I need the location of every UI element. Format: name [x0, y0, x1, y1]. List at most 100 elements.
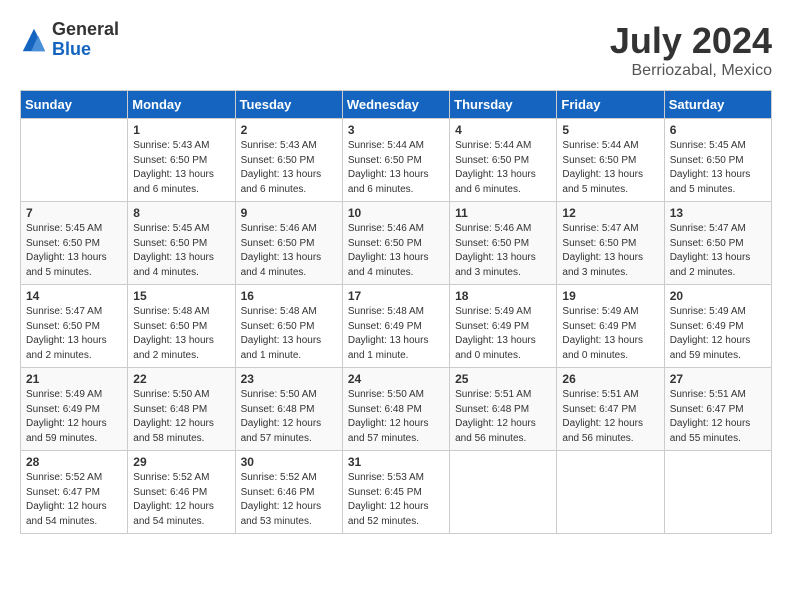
day-number: 14 — [26, 289, 122, 303]
day-header-monday: Monday — [128, 91, 235, 119]
day-info: Sunrise: 5:52 AM Sunset: 6:46 PM Dayligh… — [133, 471, 229, 529]
day-info: Sunrise: 5:45 AM Sunset: 6:50 PM Dayligh… — [26, 222, 122, 280]
calendar-cell — [664, 451, 771, 534]
day-number: 10 — [348, 206, 444, 220]
day-info: Sunrise: 5:49 AM Sunset: 6:49 PM Dayligh… — [455, 305, 551, 363]
day-number: 25 — [455, 372, 551, 386]
day-number: 31 — [348, 455, 444, 469]
day-info: Sunrise: 5:48 AM Sunset: 6:50 PM Dayligh… — [133, 305, 229, 363]
day-header-friday: Friday — [557, 91, 664, 119]
day-info: Sunrise: 5:53 AM Sunset: 6:45 PM Dayligh… — [348, 471, 444, 529]
calendar-cell: 7 Sunrise: 5:45 AM Sunset: 6:50 PM Daylig… — [21, 202, 128, 285]
day-number: 29 — [133, 455, 229, 469]
day-info: Sunrise: 5:43 AM Sunset: 6:50 PM Dayligh… — [133, 139, 229, 197]
day-number: 13 — [670, 206, 766, 220]
calendar-cell: 3Sunrise: 5:44 AM Sunset: 6:50 PM Daylig… — [342, 119, 449, 202]
day-header-tuesday: Tuesday — [235, 91, 342, 119]
day-number: 20 — [670, 289, 766, 303]
day-info: Sunrise: 5:44 AM Sunset: 6:50 PM Dayligh… — [455, 139, 551, 197]
calendar-week-row: 28 Sunrise: 5:52 AM Sunset: 6:47 PM Dayli… — [21, 451, 772, 534]
calendar-cell — [21, 119, 128, 202]
calendar-cell — [557, 451, 664, 534]
calendar-cell: 15 Sunrise: 5:48 AM Sunset: 6:50 PM Dayli… — [128, 285, 235, 368]
calendar-cell: 26 Sunrise: 5:51 AM Sunset: 6:47 PM Dayli… — [557, 368, 664, 451]
calendar-cell: 27Sunrise: 5:51 AM Sunset: 6:47 PM Dayli… — [664, 368, 771, 451]
logo: General Blue — [20, 20, 119, 60]
calendar-week-row: 14 Sunrise: 5:47 AM Sunset: 6:50 PM Dayli… — [21, 285, 772, 368]
day-info: Sunrise: 5:44 AM Sunset: 6:50 PM Dayligh… — [562, 139, 658, 197]
day-info: Sunrise: 5:50 AM Sunset: 6:48 PM Dayligh… — [348, 388, 444, 446]
day-info: Sunrise: 5:45 AM Sunset: 6:50 PM Dayligh… — [670, 139, 766, 197]
calendar-cell: 14 Sunrise: 5:47 AM Sunset: 6:50 PM Dayli… — [21, 285, 128, 368]
day-number: 30 — [241, 455, 337, 469]
day-info: Sunrise: 5:46 AM Sunset: 6:50 PM Dayligh… — [241, 222, 337, 280]
calendar-cell: 21 Sunrise: 5:49 AM Sunset: 6:49 PM Dayli… — [21, 368, 128, 451]
calendar-cell: 17Sunrise: 5:48 AM Sunset: 6:49 PM Dayli… — [342, 285, 449, 368]
day-number: 2 — [241, 123, 337, 137]
day-info: Sunrise: 5:52 AM Sunset: 6:47 PM Dayligh… — [26, 471, 122, 529]
day-header-saturday: Saturday — [664, 91, 771, 119]
calendar-cell: 30Sunrise: 5:52 AM Sunset: 6:46 PM Dayli… — [235, 451, 342, 534]
day-number: 22 — [133, 372, 229, 386]
calendar-cell: 20 Sunrise: 5:49 AM Sunset: 6:49 PM Dayli… — [664, 285, 771, 368]
day-number: 23 — [241, 372, 337, 386]
day-info: Sunrise: 5:47 AM Sunset: 6:50 PM Dayligh… — [26, 305, 122, 363]
day-number: 19 — [562, 289, 658, 303]
calendar-cell: 13 Sunrise: 5:47 AM Sunset: 6:50 PM Dayli… — [664, 202, 771, 285]
calendar-cell: 29 Sunrise: 5:52 AM Sunset: 6:46 PM Dayli… — [128, 451, 235, 534]
day-info: Sunrise: 5:51 AM Sunset: 6:47 PM Dayligh… — [562, 388, 658, 446]
calendar-week-row: 21 Sunrise: 5:49 AM Sunset: 6:49 PM Dayli… — [21, 368, 772, 451]
page-header: General Blue July 2024 Berriozabal, Mexi… — [20, 20, 772, 80]
calendar-week-row: 7 Sunrise: 5:45 AM Sunset: 6:50 PM Daylig… — [21, 202, 772, 285]
calendar-table: SundayMondayTuesdayWednesdayThursdayFrid… — [20, 90, 772, 534]
calendar-cell — [450, 451, 557, 534]
calendar-cell: 10 Sunrise: 5:46 AM Sunset: 6:50 PM Dayli… — [342, 202, 449, 285]
calendar-cell: 18 Sunrise: 5:49 AM Sunset: 6:49 PM Dayli… — [450, 285, 557, 368]
day-info: Sunrise: 5:50 AM Sunset: 6:48 PM Dayligh… — [133, 388, 229, 446]
day-number: 27 — [670, 372, 766, 386]
day-number: 1 — [133, 123, 229, 137]
day-number: 7 — [26, 206, 122, 220]
logo-blue-text: Blue — [52, 40, 119, 60]
calendar-cell: 4Sunrise: 5:44 AM Sunset: 6:50 PM Daylig… — [450, 119, 557, 202]
day-number: 15 — [133, 289, 229, 303]
location-subtitle: Berriozabal, Mexico — [610, 62, 772, 80]
day-number: 26 — [562, 372, 658, 386]
day-number: 28 — [26, 455, 122, 469]
day-info: Sunrise: 5:47 AM Sunset: 6:50 PM Dayligh… — [670, 222, 766, 280]
day-number: 18 — [455, 289, 551, 303]
day-info: Sunrise: 5:49 AM Sunset: 6:49 PM Dayligh… — [562, 305, 658, 363]
day-info: Sunrise: 5:47 AM Sunset: 6:50 PM Dayligh… — [562, 222, 658, 280]
day-number: 12 — [562, 206, 658, 220]
day-number: 24 — [348, 372, 444, 386]
day-number: 16 — [241, 289, 337, 303]
calendar-cell: 16 Sunrise: 5:48 AM Sunset: 6:50 PM Dayli… — [235, 285, 342, 368]
day-number: 21 — [26, 372, 122, 386]
calendar-cell: 19 Sunrise: 5:49 AM Sunset: 6:49 PM Dayli… — [557, 285, 664, 368]
day-info: Sunrise: 5:49 AM Sunset: 6:49 PM Dayligh… — [26, 388, 122, 446]
calendar-cell: 22 Sunrise: 5:50 AM Sunset: 6:48 PM Dayli… — [128, 368, 235, 451]
day-info: Sunrise: 5:46 AM Sunset: 6:50 PM Dayligh… — [348, 222, 444, 280]
calendar-cell: 11Sunrise: 5:46 AM Sunset: 6:50 PM Dayli… — [450, 202, 557, 285]
calendar-cell: 6Sunrise: 5:45 AM Sunset: 6:50 PM Daylig… — [664, 119, 771, 202]
calendar-cell: 31 Sunrise: 5:53 AM Sunset: 6:45 PM Dayli… — [342, 451, 449, 534]
day-number: 8 — [133, 206, 229, 220]
day-info: Sunrise: 5:46 AM Sunset: 6:50 PM Dayligh… — [455, 222, 551, 280]
logo-icon — [20, 26, 48, 54]
day-number: 5 — [562, 123, 658, 137]
calendar-cell: 5 Sunrise: 5:44 AM Sunset: 6:50 PM Daylig… — [557, 119, 664, 202]
month-year-title: July 2024 — [610, 20, 772, 62]
day-header-sunday: Sunday — [21, 91, 128, 119]
day-info: Sunrise: 5:49 AM Sunset: 6:49 PM Dayligh… — [670, 305, 766, 363]
calendar-cell: 28 Sunrise: 5:52 AM Sunset: 6:47 PM Dayli… — [21, 451, 128, 534]
calendar-cell: 25Sunrise: 5:51 AM Sunset: 6:48 PM Dayli… — [450, 368, 557, 451]
calendar-cell: 8Sunrise: 5:45 AM Sunset: 6:50 PM Daylig… — [128, 202, 235, 285]
title-block: July 2024 Berriozabal, Mexico — [610, 20, 772, 80]
day-header-thursday: Thursday — [450, 91, 557, 119]
logo-general-text: General — [52, 20, 119, 40]
day-info: Sunrise: 5:48 AM Sunset: 6:49 PM Dayligh… — [348, 305, 444, 363]
calendar-cell: 12 Sunrise: 5:47 AM Sunset: 6:50 PM Dayli… — [557, 202, 664, 285]
day-info: Sunrise: 5:44 AM Sunset: 6:50 PM Dayligh… — [348, 139, 444, 197]
day-info: Sunrise: 5:48 AM Sunset: 6:50 PM Dayligh… — [241, 305, 337, 363]
day-info: Sunrise: 5:50 AM Sunset: 6:48 PM Dayligh… — [241, 388, 337, 446]
